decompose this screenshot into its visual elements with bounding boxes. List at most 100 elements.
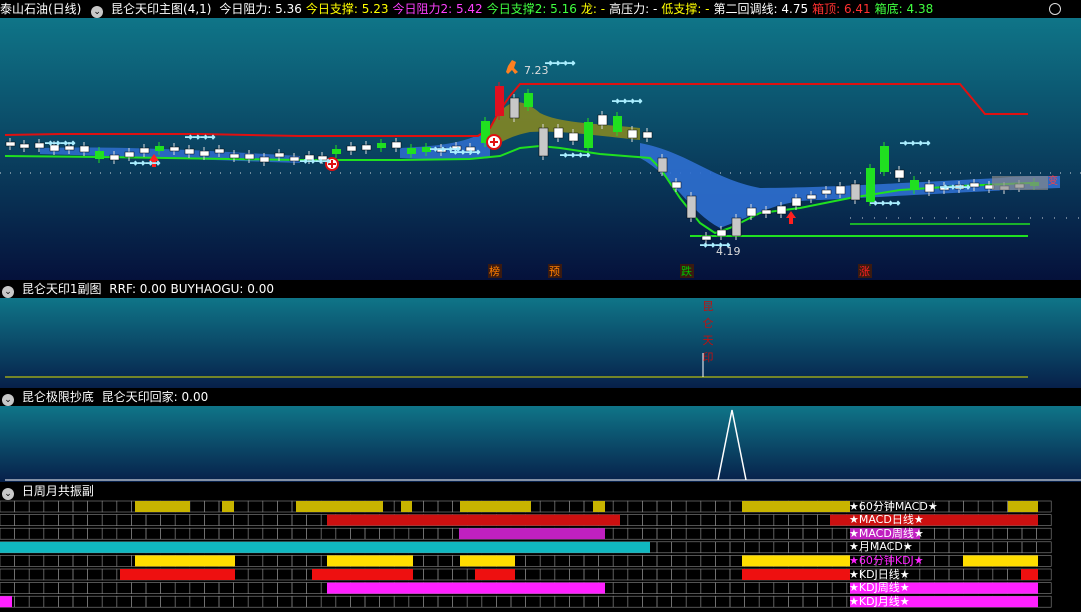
- resonance-bar: [459, 528, 605, 540]
- resonance-row-label: ★KDJ月线★: [849, 594, 910, 608]
- resonance-bar: [460, 501, 531, 512]
- resonance-bar: [0, 596, 12, 608]
- header-item: 箱底: 4.38: [874, 2, 934, 16]
- candle: [95, 151, 104, 159]
- collapse-icon[interactable]: ⌄: [2, 394, 14, 406]
- resonance-row-label: ★60分钟MACD★: [849, 500, 938, 513]
- candle: [139, 147, 150, 154]
- candle: [642, 131, 653, 139]
- settings-icon[interactable]: [1049, 3, 1061, 15]
- resonance-bar: [401, 501, 412, 512]
- arrow-annotation: →→→→: [940, 183, 971, 193]
- resonance-bar: [296, 501, 383, 512]
- resonance-row-label: ★MACD日线★: [849, 513, 924, 527]
- arrow-annotation: →→→→: [900, 139, 931, 149]
- sub3-title[interactable]: 日周月共振副: [22, 484, 94, 498]
- candle: [289, 156, 300, 162]
- candle: [495, 86, 504, 116]
- candle: [5, 141, 16, 147]
- sub2-header: ⌄ 昆仑极限抄底 昆仑天印回家: 0.00: [0, 388, 1081, 406]
- resonance-row-label: ★KDJ日线★: [849, 567, 910, 581]
- signal-label: 涨: [859, 265, 870, 278]
- resonance-bar: [742, 555, 850, 567]
- resonance-bar: [120, 569, 235, 580]
- candle: [627, 129, 638, 139]
- candle: [613, 116, 622, 132]
- sub1-chart[interactable]: 昆仑天印: [0, 298, 1081, 388]
- candle: [229, 153, 240, 159]
- trough-label: 4.19: [716, 245, 741, 258]
- candle: [761, 209, 772, 215]
- stock-name[interactable]: 泰山石油(日线): [0, 2, 81, 16]
- candle: [214, 148, 225, 154]
- header-item: 高压力: -: [609, 2, 658, 16]
- sub2-value: 昆仑天印回家: 0.00: [101, 390, 209, 404]
- candle: [184, 148, 195, 155]
- arrow-annotation: →→→→: [545, 59, 576, 69]
- resonance-row-label: ★KDJ周线★: [849, 581, 910, 595]
- collapse-icon[interactable]: ⌄: [2, 488, 14, 500]
- indicator-name[interactable]: 昆仑天印主图(4,1): [111, 2, 211, 16]
- resonance-bar: [742, 569, 850, 580]
- resonance-row-label: ★月MACD★: [849, 540, 913, 554]
- candle: [746, 207, 757, 217]
- candle: [850, 183, 861, 201]
- resonance-bar: [0, 541, 650, 553]
- candle: [407, 148, 416, 154]
- resonance-bar: [135, 555, 235, 567]
- header-values: 今日阻力: 5.36 今日支撑: 5.23 今日阻力2: 5.42 今日支撑2: 5.…: [219, 2, 937, 16]
- candle: [377, 143, 386, 148]
- resonance-row-label: ★MACD周线★: [849, 526, 924, 540]
- candle: [701, 235, 712, 241]
- header-item: 箱顶: 6.41: [812, 2, 871, 16]
- candle: [391, 141, 402, 149]
- resonance-bar: [327, 555, 413, 567]
- candle: [731, 217, 742, 237]
- resonance-bar: [1008, 501, 1038, 512]
- resonance-bar: [1021, 569, 1038, 580]
- peak-label: 7.23: [524, 64, 549, 77]
- candle: [806, 194, 817, 200]
- resonance-bar: [312, 569, 413, 580]
- collapse-icon[interactable]: ⌄: [91, 6, 104, 18]
- candle: [79, 145, 90, 153]
- sub1-title[interactable]: 昆仑天印1副图: [22, 282, 102, 296]
- sub2-title[interactable]: 昆仑极限抄底: [22, 390, 94, 404]
- sub3-chart[interactable]: ★60分钟MACD★ ★MACD日线★ ★MACD周线★ ★月MACD★ ★60分钟KD…: [0, 500, 1081, 612]
- candle: [880, 146, 889, 172]
- candle: [553, 127, 564, 139]
- main-chart[interactable]: →→→→ →→→→ →→→→ →→→→ →→→→ →→→→ →→→→ →→→→ →→→→ →→→→…: [0, 18, 1081, 280]
- header-item: 龙: -: [580, 2, 606, 16]
- candle: [821, 189, 832, 195]
- candle: [259, 156, 270, 163]
- candle: [244, 153, 255, 160]
- resonance-bar: [222, 501, 234, 512]
- signal-label: 榜: [489, 264, 500, 278]
- sub2-chart[interactable]: [0, 406, 1081, 482]
- collapse-icon[interactable]: ⌄: [2, 286, 14, 298]
- candle: [155, 146, 164, 151]
- signal-label: 预: [549, 265, 560, 278]
- candle: [274, 152, 285, 158]
- candle: [361, 144, 372, 151]
- candle: [894, 169, 905, 179]
- candle: [346, 145, 357, 152]
- resonance-bar: [593, 501, 605, 512]
- signal-label: 跌: [681, 264, 692, 278]
- header-item: 今日支撑2: 5.16: [486, 2, 577, 16]
- sub1-value: RRF: 0.00: [109, 282, 167, 296]
- sub1-header: ⌄ 昆仑天印1副图 RRF: 0.00 BUYHAOGU: 0.00: [0, 280, 1081, 298]
- candle: [597, 114, 608, 126]
- resonance-bar: [475, 569, 515, 580]
- candle: [34, 142, 45, 149]
- candlestick-chart[interactable]: →→→→ →→→→ →→→→ →→→→ →→→→ →→→→ →→→→ →→→→ →→→→ →→→→…: [0, 18, 1081, 280]
- candle: [109, 154, 120, 161]
- candle: [657, 157, 668, 173]
- sub1-value: BUYHAOGU: 0.00: [170, 282, 275, 296]
- candle: [969, 182, 980, 188]
- arrow-annotation: →→→→: [45, 139, 76, 149]
- candle: [568, 132, 579, 142]
- header-item: 今日支撑: 5.23: [305, 2, 389, 16]
- candle: [509, 97, 520, 119]
- arrow-annotation: →→→→: [870, 199, 901, 209]
